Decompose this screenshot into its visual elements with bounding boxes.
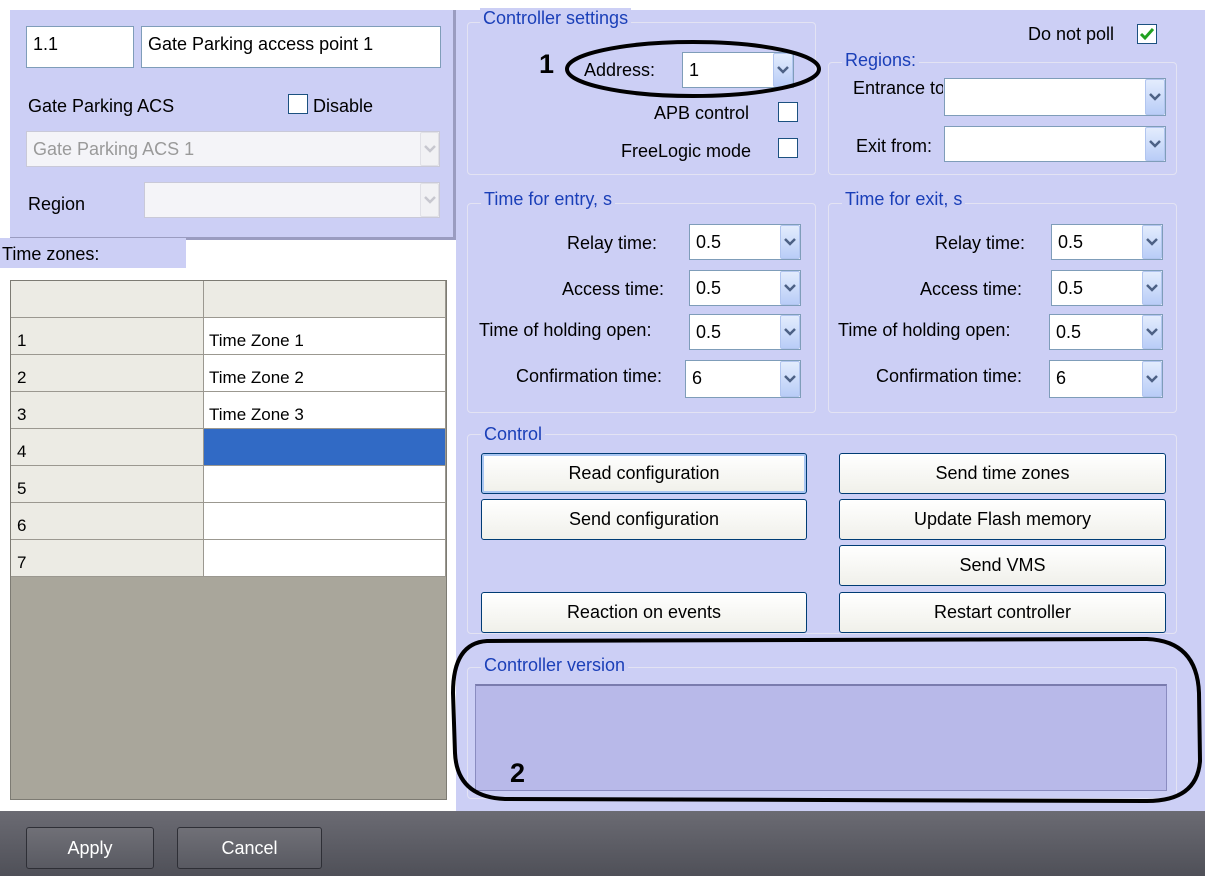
freelogic-mode-label: FreeLogic mode xyxy=(621,141,752,161)
exit-from-label: Exit from: xyxy=(856,136,933,156)
region-select xyxy=(144,182,440,218)
entry-relay-dropdown[interactable] xyxy=(780,225,800,259)
entrance-select-dropdown[interactable] xyxy=(1145,79,1165,115)
row-number: 4 xyxy=(11,429,204,466)
chevron-down-icon xyxy=(784,328,796,336)
row-number: 3 xyxy=(11,392,204,429)
table-row[interactable]: 5 xyxy=(11,466,446,503)
table-row[interactable]: 2 Time Zone 2 xyxy=(11,355,446,392)
region-select-dropdown xyxy=(420,183,439,217)
row-time-zone[interactable]: Time Zone 2 xyxy=(204,355,446,392)
row-time-zone[interactable]: Time Zone 1 xyxy=(204,318,446,355)
entry-access-time-label: Access time: xyxy=(562,279,665,299)
reaction-on-events-button[interactable]: Reaction on events xyxy=(481,592,807,633)
footer-bar: Apply Cancel xyxy=(0,811,1205,876)
exit-relay-dropdown[interactable] xyxy=(1142,225,1162,259)
table-row-selected[interactable]: 4 xyxy=(11,429,446,466)
chevron-down-icon xyxy=(423,145,436,153)
update-flash-memory-button[interactable]: Update Flash memory xyxy=(839,499,1166,540)
chevron-down-icon xyxy=(423,196,436,204)
freelogic-mode-checkbox[interactable] xyxy=(778,138,798,158)
exit-from-select[interactable] xyxy=(944,126,1166,162)
chevron-down-icon xyxy=(1146,238,1158,246)
send-configuration-button[interactable]: Send configuration xyxy=(481,499,807,540)
table-row[interactable]: 7 xyxy=(11,540,446,577)
regions-title: Regions: xyxy=(842,50,920,71)
time-zones-table[interactable]: 1 Time Zone 1 2 Time Zone 2 3 Time Zone … xyxy=(10,280,447,800)
row-number: 1 xyxy=(11,318,204,355)
time-zones-label: Time zones: xyxy=(2,244,100,264)
entry-access-dropdown[interactable] xyxy=(780,271,800,305)
row-number: 5 xyxy=(11,466,204,503)
exit-holding-dropdown[interactable] xyxy=(1142,315,1162,349)
row-time-zone[interactable] xyxy=(204,466,446,503)
send-time-zones-button[interactable]: Send time zones xyxy=(839,453,1166,494)
time-exit-title: Time for exit, s xyxy=(842,189,966,210)
chevron-down-icon xyxy=(1149,140,1161,148)
row-time-zone[interactable] xyxy=(204,429,446,466)
exit-access-time-label: Access time: xyxy=(920,279,1023,299)
exit-access-dropdown[interactable] xyxy=(1142,271,1162,305)
table-row[interactable]: 3 Time Zone 3 xyxy=(11,392,446,429)
entry-holding-dropdown[interactable] xyxy=(780,315,800,349)
access-point-name-field[interactable]: Gate Parking access point 1 xyxy=(141,26,441,68)
row-number: 2 xyxy=(11,355,204,392)
entry-confirmation-time-label: Confirmation time: xyxy=(516,366,663,386)
access-point-id-field[interactable]: 1.1 xyxy=(26,26,134,68)
parent-type-label: Gate Parking ACS xyxy=(28,96,175,116)
header-cell-name xyxy=(204,281,446,318)
chevron-down-icon xyxy=(784,238,796,246)
row-time-zone[interactable] xyxy=(204,503,446,540)
apb-control-checkbox[interactable] xyxy=(778,102,798,122)
row-number: 7 xyxy=(11,540,204,577)
read-configuration-button[interactable]: Read configuration xyxy=(481,453,807,494)
row-number: 6 xyxy=(11,503,204,540)
do-not-poll-label: Do not poll xyxy=(1028,24,1115,44)
region-label: Region xyxy=(28,194,86,214)
entrance-to-select[interactable] xyxy=(944,78,1166,116)
exit-relay-time-label: Relay time: xyxy=(935,233,1026,253)
checkmark-icon xyxy=(1139,28,1155,41)
chevron-down-icon xyxy=(784,375,796,383)
annotation-ellipse-2 xyxy=(450,636,1203,804)
header-cell-num xyxy=(11,281,204,318)
exit-confirmation-time-label: Confirmation time: xyxy=(876,366,1023,386)
send-vms-button[interactable]: Send VMS xyxy=(839,545,1166,586)
table-header-row xyxy=(11,281,446,318)
entrance-to-label: Entrance to: xyxy=(853,80,943,98)
row-time-zone[interactable] xyxy=(204,540,446,577)
parent-select: Gate Parking ACS 1 xyxy=(26,131,440,167)
apb-control-label: APB control xyxy=(654,103,750,123)
entry-relay-time-label: Relay time: xyxy=(567,233,658,253)
parent-select-dropdown xyxy=(420,132,439,166)
time-entry-title: Time for entry, s xyxy=(481,189,616,210)
chevron-down-icon xyxy=(1149,93,1161,101)
chevron-down-icon xyxy=(1146,375,1158,383)
table-row[interactable]: 1 Time Zone 1 xyxy=(11,318,446,355)
apply-button[interactable]: Apply xyxy=(26,827,154,869)
exit-confirmation-dropdown[interactable] xyxy=(1142,361,1162,397)
row-time-zone[interactable]: Time Zone 3 xyxy=(204,392,446,429)
disable-label: Disable xyxy=(313,96,374,116)
table-row[interactable]: 6 xyxy=(11,503,446,540)
chevron-down-icon xyxy=(1146,328,1158,336)
annotation-1: 1 xyxy=(539,49,555,79)
annotation-ellipse-1 xyxy=(565,40,821,98)
control-title: Control xyxy=(481,424,546,445)
do-not-poll-checkbox[interactable] xyxy=(1137,24,1157,44)
restart-controller-button[interactable]: Restart controller xyxy=(839,592,1166,633)
cancel-button[interactable]: Cancel xyxy=(177,827,322,869)
chevron-down-icon xyxy=(1146,284,1158,292)
chevron-down-icon xyxy=(784,284,796,292)
exit-holding-open-label: Time of holding open: xyxy=(838,320,1011,340)
controller-settings-title: Controller settings xyxy=(480,8,632,29)
disable-checkbox[interactable] xyxy=(288,94,308,114)
exit-select-dropdown[interactable] xyxy=(1145,127,1165,161)
entry-confirmation-dropdown[interactable] xyxy=(780,361,800,397)
entry-holding-open-label: Time of holding open: xyxy=(479,320,652,340)
